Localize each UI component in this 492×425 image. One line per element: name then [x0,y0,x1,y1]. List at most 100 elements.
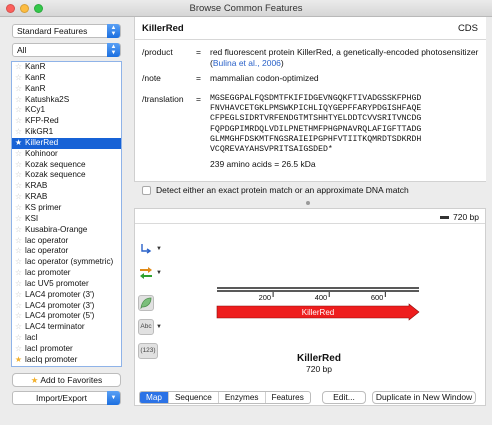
translation-sequence: MGSEGGPALFQSDMTFKIFIDGEVNGQKFTIVADGSSKFP… [210,94,480,155]
favorite-star-icon[interactable]: ☆ [14,73,23,84]
list-item[interactable]: ☆ LAC4 terminator [12,322,121,333]
favorite-star-icon[interactable]: ☆ [14,84,23,95]
favorite-star-icon[interactable]: ☆ [14,246,23,257]
favorite-star-icon[interactable]: ★ [14,138,23,149]
list-item[interactable]: ☆ KRAB [12,192,121,203]
list-item[interactable]: ☆ lac operator [12,236,121,247]
tab-sequence[interactable]: Sequence [169,392,219,403]
list-item[interactable]: ☆ Kozak sequence [12,160,121,171]
equals-sign: = [196,47,201,57]
list-item[interactable]: ☆ lac operator [12,246,121,257]
favorite-star-icon[interactable]: ☆ [14,149,23,160]
add-to-favorites-button[interactable]: ★ Add to Favorites [12,373,121,387]
list-item-label: KRAB [25,181,48,191]
detect-match-checkbox[interactable] [142,186,151,195]
list-item[interactable]: ☆ KS primer [12,203,121,214]
favorite-star-icon[interactable]: ☆ [14,127,23,138]
favorite-star-icon[interactable]: ☆ [14,344,23,355]
favorite-star-icon[interactable]: ☆ [14,95,23,106]
list-item[interactable]: ★ lacIq promoter [12,355,121,366]
favorite-star-icon[interactable]: ☆ [14,181,23,192]
splitter-handle[interactable] [306,201,310,205]
list-item[interactable]: ☆ Kusabira-Orange [12,225,121,236]
favorite-star-icon[interactable]: ☆ [14,160,23,171]
list-item[interactable]: ☆ KSI [12,214,121,225]
favorite-star-icon[interactable]: ☆ [14,333,23,344]
favorite-star-icon[interactable]: ★ [14,355,23,366]
favorite-star-icon[interactable]: ☆ [14,279,23,290]
list-item[interactable]: ☆ KanR [12,62,121,73]
favorite-star-icon[interactable]: ☆ [14,105,23,116]
favorite-star-icon[interactable]: ☆ [14,290,23,301]
feature-list[interactable]: ☆ KanR ☆ KanR ☆ KanR ☆ Katushka2S ☆ KCy1 ☆ KFP-Red ☆… [11,61,122,367]
list-item-label: KanR [25,72,46,82]
collection-select[interactable]: Standard Features ▲ ▼ [12,24,121,38]
favorite-star-icon[interactable]: ☆ [14,62,23,73]
list-item[interactable]: ☆ Kozak sequence [12,170,121,181]
favorite-star-icon[interactable]: ☆ [14,236,23,247]
list-item[interactable]: ☆ Kohinoor [12,149,121,160]
list-item[interactable]: ☆ KikGR1 [12,127,121,138]
tab-features[interactable]: Features [266,392,310,403]
list-item[interactable]: ☆ KanR [12,84,121,95]
list-item-label: Kusabira-Orange [25,224,88,234]
list-item[interactable]: ☆ LAC4 promoter (3') [12,290,121,301]
feature-detail-panel: KillerRed CDS /product = red fluorescent… [134,17,486,199]
favorite-star-icon[interactable]: ☆ [14,214,23,225]
citation-link[interactable]: Bulina et al., 2006 [213,58,281,68]
amino-acid-summary: 239 amino acids = 26.5 kDa [210,159,316,169]
product-close: ) [280,57,284,68]
list-item[interactable]: ☆ Katushka2S [12,95,121,106]
add-to-favorites-label: Add to Favorites [40,375,103,385]
list-item-label: KRAB [25,192,48,202]
import-export-label: Import/Export [35,393,88,403]
favorite-star-icon[interactable]: ☆ [14,311,23,322]
list-item[interactable]: ☆ KFP-Red [12,116,121,127]
list-item-label: lac operator (symmetric) [25,257,114,267]
product-value: red fluorescent protein KillerRed, a gen… [210,47,480,68]
favorite-star-icon[interactable]: ☆ [14,192,23,203]
list-item-label: Kozak sequence [25,170,86,180]
list-item[interactable]: ☆ KanR [12,73,121,84]
divider [135,39,486,40]
list-item-label: Kohinoor [25,148,58,158]
list-item[interactable]: ☆ lac UV5 promoter [12,279,121,290]
list-item[interactable]: ☆ LAC4 promoter (5') [12,311,121,322]
list-item[interactable]: ☆ LAC4 promoter (3') [12,301,121,312]
favorite-star-icon[interactable]: ☆ [14,257,23,268]
list-item-label: lacIq promoter [25,354,78,364]
product-key: /product [142,47,173,57]
duplicate-in-new-window-button[interactable]: Duplicate in New Window [372,391,476,404]
list-item[interactable]: ☆ lacI promoter [12,344,121,355]
import-export-menu[interactable]: Import/Export ▼ [12,391,121,405]
favorite-star-icon[interactable]: ☆ [14,225,23,236]
note-key: /note [142,73,161,83]
list-item[interactable]: ☆ lacI [12,333,121,344]
filter-select[interactable]: All ▲ ▼ [12,43,121,57]
translation-line: VCQREVAYAHSVPRITSAIGSDED* [210,145,333,155]
favorite-star-icon[interactable]: ☆ [14,268,23,279]
list-item[interactable]: ☆ lac operator (symmetric) [12,257,121,268]
tab-enzymes[interactable]: Enzymes [219,392,266,403]
list-item[interactable]: ★ KillerRed [12,137,121,149]
window-title: Browse Common Features [189,3,303,14]
favorite-star-icon[interactable]: ☆ [14,116,23,127]
favorite-star-icon[interactable]: ☆ [14,170,23,181]
tab-map[interactable]: Map [140,392,169,403]
translation-line: FNVHAVCETGKLPMSWKPICHLIQYGEPFFARYPDGISHF… [210,104,422,114]
list-item[interactable]: ☆ KCy1 [12,105,121,116]
list-item[interactable]: ☆ lac promoter [12,268,121,279]
favorite-star-icon[interactable]: ☆ [14,322,23,333]
tick-label: 200 [259,293,272,302]
edit-button[interactable]: Edit... [322,391,366,404]
list-item-label: lac promoter [25,268,71,278]
detect-match-label: Detect either an exact protein match or … [156,185,409,195]
translation-line: MGSEGGPALFQSDMTFKIFIDGEVNGQKFTIVADGSSKFP… [210,94,422,103]
note-value: mammalian codon-optimized [210,73,319,83]
translation-line: GLMMGHFDSKMTFNGSRAIEIPGPHFVTIITKQMRDTSDK… [210,134,422,144]
chevron-updown-icon: ▲ ▼ [107,43,120,57]
list-item[interactable]: ☆ KRAB [12,181,121,192]
list-item-label: KanR [25,62,46,71]
favorite-star-icon[interactable]: ☆ [14,301,23,312]
favorite-star-icon[interactable]: ☆ [14,203,23,214]
